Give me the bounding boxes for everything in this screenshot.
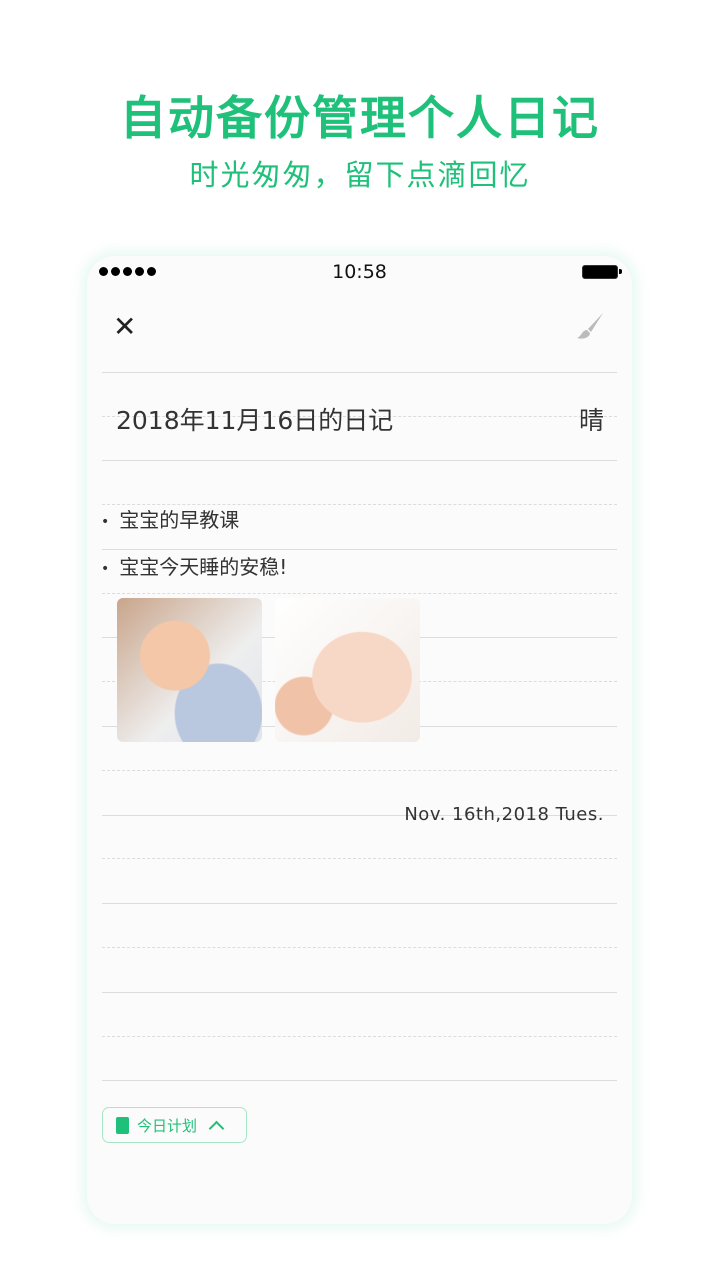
diary-title[interactable]: 2018年11月16日的日记 <box>116 401 393 437</box>
status-time: 10:58 <box>332 261 387 283</box>
list-item[interactable]: • 宝宝今天睡的安稳! <box>101 551 287 580</box>
divider <box>102 372 617 373</box>
diary-date: Nov. 16th,2018 Tues. <box>404 804 604 825</box>
promo-headline: 自动备份管理个人日记 <box>120 91 600 145</box>
divider <box>102 903 617 904</box>
divider <box>102 549 617 550</box>
bullet: • <box>101 513 110 530</box>
divider <box>102 947 617 948</box>
divider <box>102 992 617 993</box>
document-check-icon <box>116 1116 129 1134</box>
item-text: 宝宝今天睡的安稳! <box>119 555 288 579</box>
divider <box>102 858 617 859</box>
today-plan-button[interactable]: 今日计划 <box>102 1107 247 1143</box>
item-text: 宝宝的早教课 <box>119 508 240 532</box>
close-icon[interactable]: ✕ <box>113 310 136 343</box>
baby-photo[interactable] <box>275 598 420 742</box>
divider <box>102 593 617 594</box>
brush-icon[interactable] <box>574 310 606 342</box>
weather-label[interactable]: 晴 <box>579 401 604 437</box>
divider <box>102 770 617 771</box>
baby-photo[interactable] <box>117 598 262 742</box>
chevron-up-icon <box>208 1120 225 1136</box>
status-bar: 10:58 <box>87 256 632 288</box>
divider <box>102 1036 617 1037</box>
divider <box>102 460 617 461</box>
bullet: • <box>101 560 110 577</box>
divider <box>102 1080 617 1081</box>
battery-icon <box>582 265 622 279</box>
list-item[interactable]: • 宝宝的早教课 <box>101 504 239 533</box>
phone-mockup: 10:58 ✕ 2018年11月16日的日记 晴 • 宝宝的早教课 • 宝宝今天睡的… <box>87 256 632 1224</box>
promo-subtitle: 时光匆匆，留下点滴回忆 <box>189 158 531 192</box>
plan-label: 今日计划 <box>137 1116 198 1135</box>
